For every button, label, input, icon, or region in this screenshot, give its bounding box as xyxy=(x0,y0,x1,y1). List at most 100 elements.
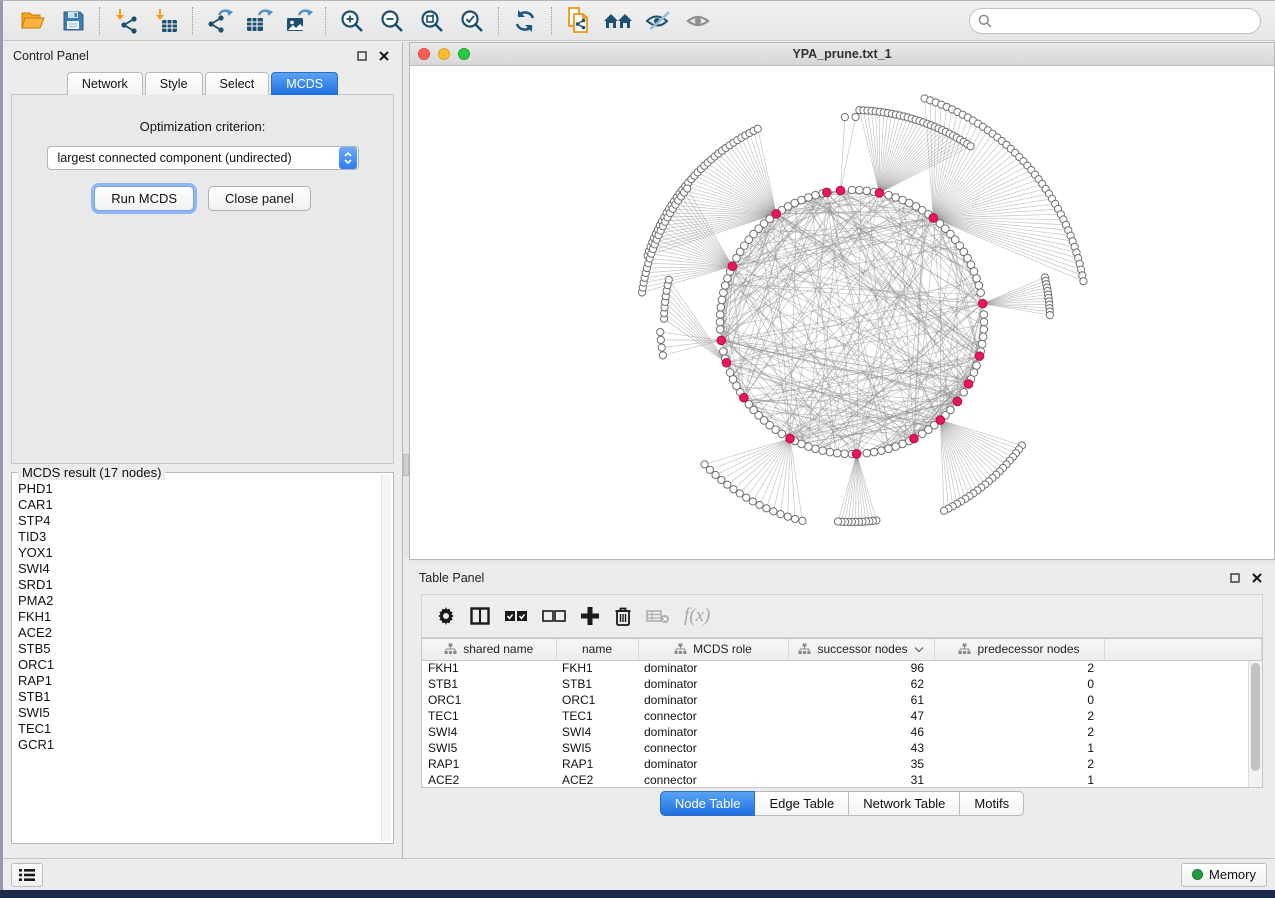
network-node[interactable] xyxy=(848,186,856,194)
mcds-hub-node[interactable] xyxy=(910,434,919,443)
mcds-result-item[interactable]: STP4 xyxy=(18,513,379,529)
table-cell[interactable]: 35 xyxy=(788,756,934,772)
mcds-hub-node[interactable] xyxy=(836,186,845,195)
network-node[interactable] xyxy=(717,303,725,311)
mcds-result-item[interactable]: TID3 xyxy=(18,529,379,545)
mcds-hub-node[interactable] xyxy=(722,358,731,367)
table-cell[interactable]: TEC1 xyxy=(556,708,638,724)
table-row[interactable]: SWI5SWI5connector431 xyxy=(422,740,1262,756)
leaf-node[interactable] xyxy=(799,517,806,524)
leaf-node[interactable] xyxy=(770,508,777,515)
mcds-result-item[interactable]: GCR1 xyxy=(18,737,379,753)
network-node[interactable] xyxy=(718,296,726,304)
leaf-node[interactable] xyxy=(791,515,798,522)
network-titlebar[interactable]: YPA_prune.txt_1 xyxy=(410,43,1274,66)
network-node[interactable] xyxy=(878,447,886,455)
tab-motifs[interactable]: Motifs xyxy=(960,791,1024,816)
mcds-result-item[interactable]: PHD1 xyxy=(18,481,379,497)
mcds-hub-node[interactable] xyxy=(717,336,726,345)
leaf-node[interactable] xyxy=(657,328,664,335)
table-row[interactable]: FKH1FKH1dominator962 xyxy=(422,660,1262,676)
table-settings-button[interactable] xyxy=(436,606,456,626)
mcds-hub-node[interactable] xyxy=(953,397,962,406)
mcds-result-item[interactable]: RAP1 xyxy=(18,673,379,689)
table-cell[interactable]: SWI4 xyxy=(422,724,556,740)
table-cell[interactable]: RAP1 xyxy=(556,756,638,772)
column-header-predecessor-nodes[interactable]: predecessor nodes xyxy=(934,639,1104,660)
mcds-result-list[interactable]: PHD1CAR1STP4TID3YOX1SWI4SRD1PMA2FKH1ACE2… xyxy=(18,481,379,841)
leaf-node[interactable] xyxy=(852,113,859,120)
table-cell[interactable]: 0 xyxy=(934,692,1104,708)
mcds-hub-node[interactable] xyxy=(728,262,737,271)
network-node[interactable] xyxy=(826,448,834,456)
mcds-hub-node[interactable] xyxy=(975,352,984,361)
table-cell[interactable]: 2 xyxy=(934,708,1104,724)
network-node[interactable] xyxy=(721,282,729,290)
save-session-button[interactable] xyxy=(53,4,93,38)
zoom-fit-button[interactable] xyxy=(412,4,452,38)
table-cell[interactable]: connector xyxy=(638,772,788,788)
function-builder-button[interactable]: f(x) xyxy=(684,605,710,627)
table-cell[interactable]: 2 xyxy=(934,724,1104,740)
table-cell[interactable]: 0 xyxy=(934,676,1104,692)
tab-select[interactable]: Select xyxy=(205,72,270,95)
zoom-out-button[interactable] xyxy=(372,4,412,38)
table-cell[interactable]: dominator xyxy=(638,724,788,740)
table-cell[interactable]: 46 xyxy=(788,724,934,740)
leaf-node[interactable] xyxy=(763,505,770,512)
mcds-result-item[interactable]: SRD1 xyxy=(18,577,379,593)
minimize-window-icon[interactable] xyxy=(438,48,450,60)
table-row[interactable]: STB1STB1dominator620 xyxy=(422,676,1262,692)
mcds-result-item[interactable]: STB1 xyxy=(18,689,379,705)
first-neighbors-button[interactable] xyxy=(598,4,638,38)
leaf-node[interactable] xyxy=(659,352,666,359)
mcds-hub-node[interactable] xyxy=(772,210,781,219)
leaf-node[interactable] xyxy=(841,114,848,121)
mcds-result-item[interactable]: FKH1 xyxy=(18,609,379,625)
network-node[interactable] xyxy=(726,369,734,377)
column-header-MCDS-role[interactable]: MCDS role xyxy=(638,639,788,660)
mcds-hub-node[interactable] xyxy=(929,214,938,223)
leaf-node[interactable] xyxy=(736,490,743,497)
table-cell[interactable]: 31 xyxy=(788,772,934,788)
delete-column-button[interactable] xyxy=(614,606,632,627)
leaf-node[interactable] xyxy=(1080,278,1087,285)
optimization-criterion-select[interactable]: largest connected component (undirected) xyxy=(47,146,359,170)
export-network-button[interactable] xyxy=(199,4,239,38)
table-cell[interactable]: ORC1 xyxy=(556,692,638,708)
table-cell[interactable]: FKH1 xyxy=(422,660,556,676)
table-scrollbar-thumb[interactable] xyxy=(1251,663,1260,771)
network-node[interactable] xyxy=(892,443,900,451)
mcds-result-item[interactable]: PMA2 xyxy=(18,593,379,609)
leaf-node[interactable] xyxy=(784,513,791,520)
network-node[interactable] xyxy=(977,289,985,297)
tab-mcds[interactable]: MCDS xyxy=(271,72,338,95)
network-node[interactable] xyxy=(805,194,813,202)
leaf-node[interactable] xyxy=(967,143,974,150)
network-node[interactable] xyxy=(960,388,968,396)
table-row[interactable]: TEC1TEC1connector472 xyxy=(422,708,1262,724)
network-node[interactable] xyxy=(885,445,893,453)
mcds-result-item[interactable]: STB5 xyxy=(18,641,379,657)
leaf-node[interactable] xyxy=(730,486,737,493)
network-node[interactable] xyxy=(812,445,820,453)
table-cell[interactable]: 1 xyxy=(934,740,1104,756)
column-header-name[interactable]: name xyxy=(556,639,638,660)
float-panel-button[interactable] xyxy=(354,48,370,64)
add-column-button[interactable] xyxy=(580,606,600,626)
table-cell[interactable]: 61 xyxy=(788,692,934,708)
export-image-button[interactable] xyxy=(279,4,319,38)
network-node[interactable] xyxy=(812,191,820,199)
table-cell[interactable]: dominator xyxy=(638,660,788,676)
table-cell[interactable]: STB1 xyxy=(422,676,556,692)
select-all-button[interactable] xyxy=(504,610,528,622)
table-row[interactable]: ORC1ORC1dominator610 xyxy=(422,692,1262,708)
mcds-hub-node[interactable] xyxy=(786,434,795,443)
copy-network-button[interactable] xyxy=(558,4,598,38)
network-node[interactable] xyxy=(980,318,988,326)
network-node[interactable] xyxy=(979,333,987,341)
network-node[interactable] xyxy=(870,448,878,456)
table-cell[interactable]: 47 xyxy=(788,708,934,724)
table-cell[interactable]: RAP1 xyxy=(422,756,556,772)
network-node[interactable] xyxy=(885,191,893,199)
